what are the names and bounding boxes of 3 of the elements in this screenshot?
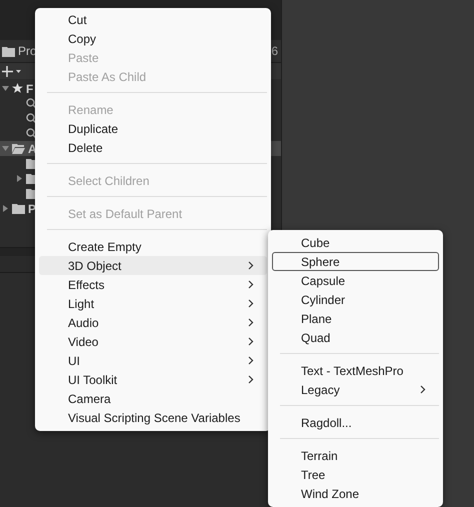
tree-label: P	[28, 202, 36, 216]
tree-label: F	[26, 82, 34, 96]
counter-label: 6	[271, 44, 279, 58]
